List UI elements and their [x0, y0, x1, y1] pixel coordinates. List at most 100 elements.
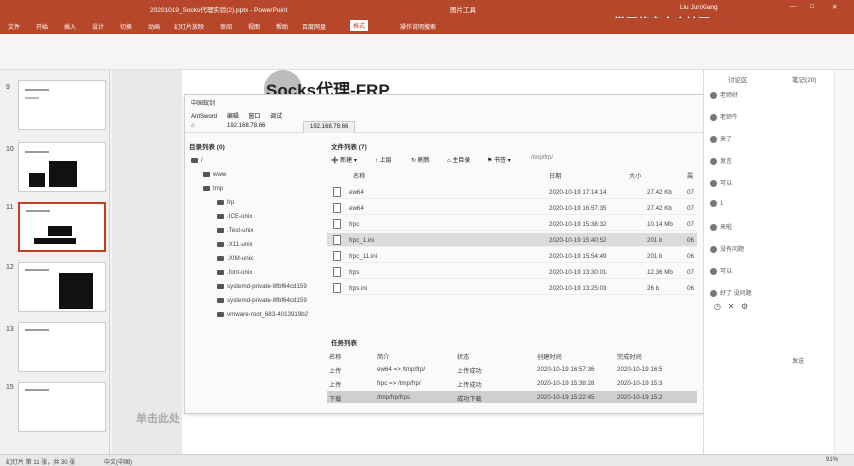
history-icon[interactable]: ◷ — [714, 302, 721, 311]
file-table-header: 名称 日期 大小 属 — [327, 171, 697, 181]
scrollbar[interactable] — [834, 70, 854, 460]
language-indicator[interactable]: 中文(中国) — [104, 457, 132, 466]
file-row[interactable]: ew64 2020-10-19 17:14:14 27.42 Kb 07 — [327, 185, 697, 199]
chat-message: 可以 — [710, 178, 732, 187]
avatar — [710, 113, 717, 121]
tab-connection-active[interactable]: 192.168.78.66 — [303, 121, 356, 133]
menu-edit[interactable]: 编辑 — [227, 114, 239, 120]
user-name[interactable]: Liu JunXiang — [680, 4, 718, 11]
tab-design[interactable]: 设计 — [92, 22, 104, 31]
folder-icon — [217, 297, 224, 303]
menu-window[interactable]: 窗口 — [248, 114, 260, 120]
folder-icon — [217, 241, 224, 247]
send-button[interactable]: 发送 — [792, 356, 804, 365]
close-icon[interactable]: ✕ — [728, 302, 735, 311]
folder-icon — [217, 283, 224, 289]
new-button[interactable]: ➕ 新建 ▾ — [331, 155, 357, 164]
slide-thumb-selected[interactable] — [18, 202, 106, 252]
tree-node[interactable]: .ICE-unix — [217, 213, 252, 220]
file-icon — [333, 267, 341, 277]
col-size[interactable]: 大小 — [629, 171, 641, 180]
task-panel-title: 任务列表 — [331, 340, 357, 347]
file-row[interactable]: frpc 2020-10-19 15:38:32 10.14 Mb 07 — [327, 217, 697, 231]
tab-format[interactable]: 格式 — [350, 20, 369, 31]
slide-thumb[interactable] — [18, 80, 106, 130]
tab-animations[interactable]: 动画 — [148, 22, 160, 31]
file-row[interactable]: frps 2020-10-19 13:30:01 12.36 Mb 07 — [327, 265, 697, 279]
tab-baidu[interactable]: 百度网盘 — [302, 22, 326, 31]
task-row-selected[interactable]: 下载 /tmp/frp/frps 成功下载 2020-10-19 15:22:4… — [327, 391, 697, 403]
tree-node[interactable]: frp — [217, 199, 234, 206]
avatar — [710, 179, 717, 187]
tree-node[interactable]: .font-unix — [217, 269, 252, 276]
tab-connection[interactable]: 192.168.78.66 — [221, 121, 271, 133]
slide-indicator: 幻灯片 第 11 张，共 30 张 — [6, 460, 76, 466]
click-to-add-hint[interactable]: 单击此处 — [136, 410, 180, 426]
col-date[interactable]: 日期 — [549, 171, 561, 180]
tree-node[interactable]: systemd-private-8fbf64cd159 — [217, 297, 307, 304]
tree-node[interactable]: tmp — [203, 185, 223, 192]
file-row[interactable]: frps.ini 2020-10-19 13:25:03 26 b 06 — [327, 281, 697, 295]
file-icon — [333, 219, 341, 229]
chat-message: 1 — [710, 200, 723, 207]
window-tabs: ⌂ 192.168.78.66 192.168.78.66 — [185, 121, 703, 133]
refresh-button[interactable]: ↻ 刷新 — [411, 155, 430, 164]
tree-node[interactable]: www — [203, 171, 226, 178]
task-row[interactable]: 上传 frpc => /tmp/frp/ 上传成功 2020-10-19 15:… — [327, 377, 697, 389]
avatar — [710, 200, 717, 207]
chat-message: 没有问题 — [710, 244, 744, 253]
antsword-window: 中国蚁剑 AntSword 编辑 窗口 调试 ⌂ 192.168.78.66 1… — [184, 94, 704, 414]
menu-debug[interactable]: 调试 — [270, 114, 282, 120]
col-name[interactable]: 名称 — [353, 171, 365, 180]
avatar — [710, 245, 717, 253]
context-tab-label: 图片工具 — [450, 7, 476, 14]
slide-thumb[interactable] — [18, 142, 106, 192]
tab-view[interactable]: 视图 — [248, 22, 260, 31]
tab-file[interactable]: 文件 — [8, 22, 20, 31]
slide-thumb[interactable] — [18, 262, 106, 312]
file-row[interactable]: frpc_11.ini 2020-10-19 15:54:49 201 b 06 — [327, 249, 697, 263]
file-row[interactable]: ew64 2020-10-19 16:57:35 27.42 Kb 07 — [327, 201, 697, 215]
chat-message: 老师好 — [710, 90, 738, 99]
menu-antsword[interactable]: AntSword — [191, 114, 217, 120]
home-icon[interactable]: ⌂ — [185, 121, 201, 133]
chat-message: 来啦 — [710, 222, 732, 231]
dir-panel-title: 目录列表 (0) — [189, 144, 225, 151]
col-perm[interactable]: 属 — [687, 171, 693, 180]
bookmark-button[interactable]: ⚑ 书签 ▾ — [487, 155, 511, 164]
search-tell-me[interactable]: 操作说明搜索 — [400, 22, 436, 31]
tree-node[interactable]: .X11-unix — [217, 241, 253, 248]
file-row-selected[interactable]: frpc_1.ini 2020-10-19 15:40:52 201 b 06 — [327, 233, 697, 247]
file-icon — [333, 235, 341, 245]
zoom-level[interactable]: 91% — [826, 457, 838, 463]
tab-slideshow[interactable]: 幻灯片放映 — [174, 22, 204, 31]
tree-node[interactable]: vmware-root_683-4013919b2 — [217, 311, 308, 318]
tree-node[interactable]: .Test-unix — [217, 227, 253, 234]
settings-icon[interactable]: ⚙ — [741, 302, 748, 311]
up-button[interactable]: ↑ 上层 — [375, 155, 392, 164]
tab-home[interactable]: 开始 — [36, 22, 48, 31]
tab-discussion[interactable]: 讨论区 — [728, 74, 748, 84]
slide-thumb[interactable] — [18, 382, 106, 432]
chat-message: 来了 — [710, 134, 732, 143]
maximize-icon[interactable]: □ — [810, 3, 814, 10]
minimize-icon[interactable]: — — [790, 3, 797, 10]
folder-icon — [217, 311, 224, 317]
path-input[interactable]: /tmp/frp/ — [531, 155, 553, 161]
tab-review[interactable]: 审阅 — [220, 22, 232, 31]
folder-icon — [217, 227, 224, 233]
tab-insert[interactable]: 插入 — [64, 22, 76, 31]
avatar — [710, 223, 717, 231]
tree-node[interactable]: systemd-private-8fbf64cd159 — [217, 283, 307, 290]
tab-help[interactable]: 帮助 — [276, 22, 288, 31]
tree-node[interactable]: .XIM-unix — [217, 255, 253, 262]
tab-transitions[interactable]: 切换 — [120, 22, 132, 31]
slide-thumb[interactable] — [18, 322, 106, 372]
tab-notes[interactable]: 笔记(20) — [792, 74, 817, 84]
home-dir-button[interactable]: ⌂ 主目录 — [447, 155, 470, 164]
task-row[interactable]: 上传 ew64 => /tmp/frp/ 上传成功 2020-10-19 16:… — [327, 363, 697, 375]
folder-icon — [217, 199, 224, 205]
close-icon[interactable]: ✕ — [832, 3, 837, 11]
avatar — [710, 289, 717, 297]
tree-node[interactable]: / — [191, 157, 203, 164]
